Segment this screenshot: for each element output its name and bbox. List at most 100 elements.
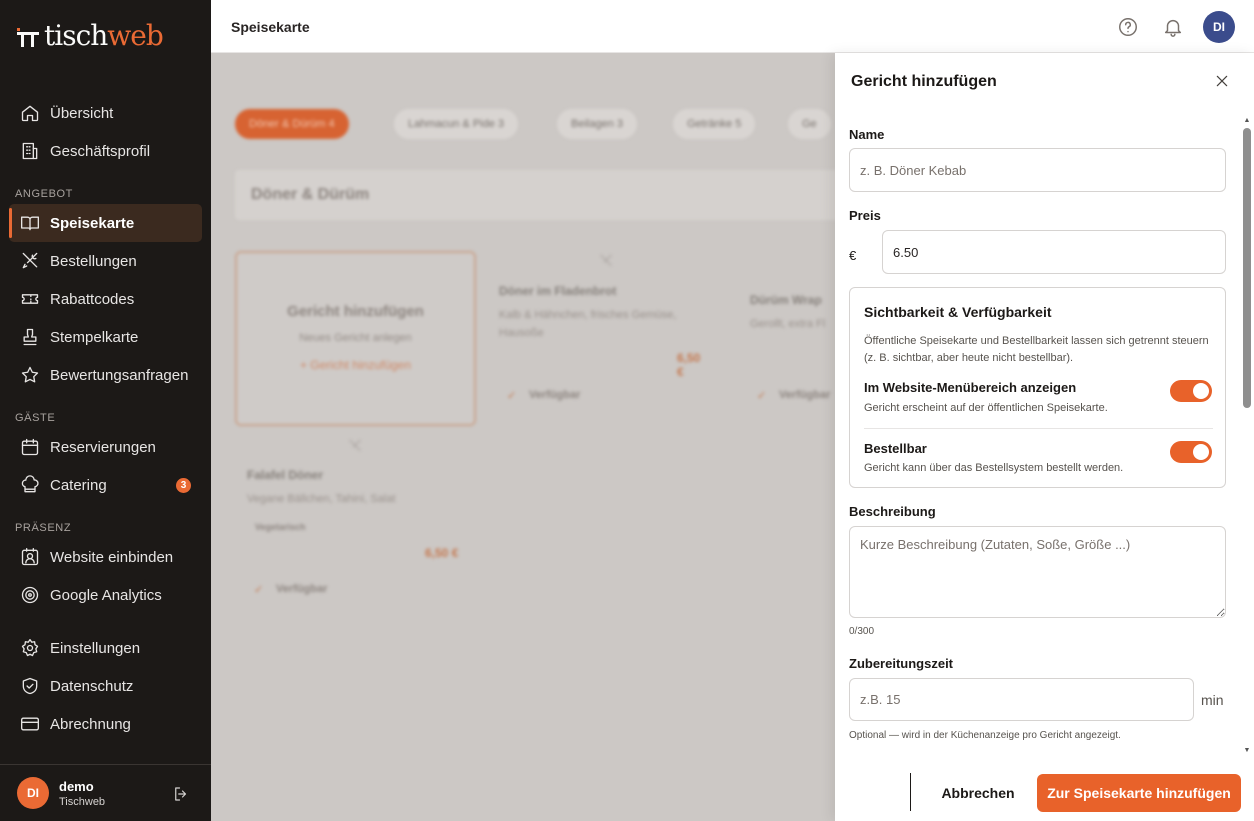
sidebar-item-datenschutz[interactable]: Datenschutz <box>0 667 211 705</box>
website-toggle-label: Im Website-Menübereich anzeigen <box>864 380 1077 395</box>
sidebar-item-uebersicht[interactable]: Übersicht <box>0 94 211 132</box>
visibility-title: Sichtbarkeit & Verfügbarkeit <box>864 304 1052 320</box>
sidebar-item-geschaeftsprofil[interactable]: Geschäftsprofil <box>0 132 211 170</box>
bell-icon[interactable] <box>1162 16 1184 38</box>
prep-time-unit: min <box>1201 692 1224 708</box>
ticket-icon <box>20 289 40 309</box>
check-icon: ✓ <box>757 390 767 402</box>
brand-logo[interactable]: tischweb <box>16 19 164 52</box>
add-card-title: Gericht hinzufügen <box>287 303 424 320</box>
catering-count-badge: 3 <box>176 478 191 493</box>
header-avatar[interactable]: DI <box>1203 11 1235 43</box>
description-counter: 0/300 <box>849 626 875 637</box>
add-card-link[interactable]: + Gericht hinzufügen <box>237 358 474 372</box>
calendar-icon <box>20 437 40 457</box>
user-name: demo <box>59 778 94 794</box>
close-icon[interactable] <box>1214 73 1230 89</box>
name-input[interactable] <box>849 148 1226 192</box>
utensils-icon <box>347 438 363 454</box>
section-title-praesenz: PRÄSENZ <box>15 522 72 534</box>
dish-description: Gerollt, extra Fl <box>750 318 826 330</box>
utensils-icon <box>20 251 40 271</box>
sidebar-item-website-einbinden[interactable]: Website einbinden <box>0 538 211 576</box>
category-chip[interactable]: Ge <box>788 109 831 139</box>
sidebar-item-catering[interactable]: Catering 3 <box>0 466 211 504</box>
prep-time-input[interactable] <box>849 678 1194 721</box>
orderable-toggle-sub: Gericht kann über das Bestellsystem best… <box>864 462 1124 474</box>
visibility-description: Öffentliche Speisekarte und Bestellbarke… <box>864 335 1209 364</box>
dish-card[interactable]: Döner im Fladenbrot Kalb & Hähnchen, fri… <box>499 284 700 402</box>
sidebar-item-label: Geschäftsprofil <box>50 142 151 160</box>
sidebar-item-label: Google Analytics <box>50 586 162 604</box>
category-chip[interactable]: Getränke 5 <box>673 109 756 139</box>
sidebar-item-speisekarte[interactable]: Speisekarte <box>9 204 202 242</box>
table-logo-icon <box>17 28 39 47</box>
dish-name: Döner im Fladenbrot <box>499 284 617 298</box>
add-card-subtitle: Neues Gericht anlegen <box>299 332 412 344</box>
add-to-menu-button[interactable]: Zur Speisekarte hinzufügen <box>1037 774 1241 812</box>
sidebar-item-einstellungen[interactable]: Einstellungen <box>0 629 211 667</box>
cancel-button[interactable]: Abbrechen <box>930 774 1026 812</box>
gear-icon <box>20 638 40 658</box>
dish-availability: Verfügbar <box>276 583 328 595</box>
visibility-box: Sichtbarkeit & Verfügbarkeit Öffentliche… <box>849 287 1226 488</box>
category-chip[interactable]: Lahmacun & Pide 3 <box>394 109 519 139</box>
logout-icon[interactable] <box>172 785 190 803</box>
category-chip[interactable]: Beilagen 3 <box>557 109 637 139</box>
add-dish-panel: Gericht hinzufügen Name Preis € Sichtbar… <box>835 53 1254 821</box>
book-open-icon <box>20 213 40 233</box>
panel-title: Gericht hinzufügen <box>851 73 997 90</box>
prep-time-label: Zubereitungszeit <box>849 656 954 671</box>
scroll-down-arrow[interactable]: ▼ <box>1243 747 1251 754</box>
avatar[interactable]: DI <box>17 777 49 809</box>
sidebar-item-label: Reservierungen <box>50 438 156 456</box>
check-icon: ✓ <box>254 584 264 596</box>
sidebar-item-label: Abrechnung <box>50 715 131 733</box>
sidebar-item-label: Speisekarte <box>50 214 135 232</box>
sidebar-item-reservierungen[interactable]: Reservierungen <box>0 428 211 466</box>
dish-description: Kalb & Hähnchen, frisches Gemüse, Hausoß… <box>499 309 677 339</box>
shield-icon <box>20 676 40 696</box>
dish-card[interactable]: Falafel Döner Vegane Bällchen, Tahini, S… <box>247 468 467 596</box>
scrollbar-thumb[interactable] <box>1243 128 1251 408</box>
building-icon <box>20 141 40 161</box>
dish-availability: Verfügbar <box>779 389 831 401</box>
dish-description: Vegane Bällchen, Tahini, Salat <box>247 493 396 505</box>
sidebar-item-label: Bestellungen <box>50 252 137 270</box>
orderable-toggle-label: Bestellbar <box>864 441 927 456</box>
user-profile: DI demo Tischweb <box>0 764 211 821</box>
sidebar-item-bewertungsanfragen[interactable]: Bewertungsanfragen <box>0 356 211 394</box>
brand-name-part2: web <box>107 19 163 52</box>
sidebar-item-rabattcodes[interactable]: Rabattcodes <box>0 280 211 318</box>
dish-card[interactable]: Dürüm Wrap Gerollt, extra Fl Verfügbar ✓ <box>750 293 835 402</box>
check-icon: ✓ <box>507 390 517 402</box>
sidebar-nav: Übersicht Geschäftsprofil ANGEBOT Speise… <box>0 94 211 743</box>
contact-card-icon <box>20 547 40 567</box>
chef-hat-icon <box>20 475 40 495</box>
description-textarea[interactable] <box>849 526 1226 618</box>
website-visibility-toggle[interactable] <box>1170 380 1212 402</box>
page-title: Speisekarte <box>231 19 310 35</box>
sidebar-item-label: Website einbinden <box>50 548 174 566</box>
stamp-icon <box>20 327 40 347</box>
sidebar-item-label: Bewertungsanfragen <box>50 366 189 384</box>
orderable-toggle[interactable] <box>1170 441 1212 463</box>
price-input[interactable] <box>882 230 1226 274</box>
prep-time-hint: Optional — wird in der Küchenanzeige pro… <box>849 730 1121 741</box>
brand-name-part1: tisch <box>44 19 108 52</box>
sidebar-item-bestellungen[interactable]: Bestellungen <box>0 242 211 280</box>
sidebar-item-abrechnung[interactable]: Abrechnung <box>0 705 211 743</box>
dish-availability: Verfügbar <box>529 389 581 401</box>
scroll-up-arrow[interactable]: ▲ <box>1243 117 1251 124</box>
category-chip[interactable]: Döner & Dürüm 4 <box>235 109 349 139</box>
sidebar-item-label: Catering <box>50 476 107 494</box>
sidebar-item-google-analytics[interactable]: Google Analytics <box>0 576 211 614</box>
name-label: Name <box>849 127 885 142</box>
utensils-icon <box>598 253 614 269</box>
credit-card-icon <box>20 714 40 734</box>
sidebar-item-stempelkarte[interactable]: Stempelkarte <box>0 318 211 356</box>
top-header: Speisekarte DI <box>211 0 1254 53</box>
help-icon[interactable] <box>1117 16 1139 38</box>
add-dish-card[interactable]: Gericht hinzufügen Neues Gericht anlegen… <box>235 251 476 426</box>
